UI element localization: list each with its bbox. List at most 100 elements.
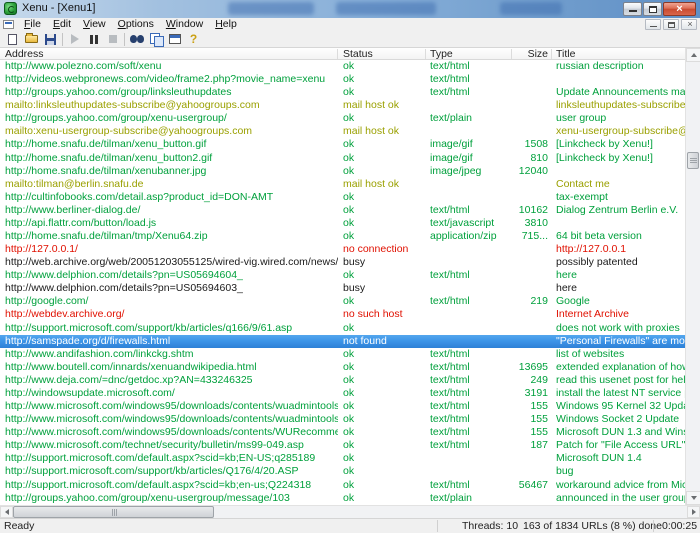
- cell-status: no such host: [343, 308, 427, 321]
- table-row[interactable]: http://google.com/ ok text/html 219 Goog…: [0, 295, 685, 308]
- table-row[interactable]: http://www.microsoft.com/windows95/downl…: [0, 426, 685, 439]
- table-row[interactable]: http://webdev.archive.org/ no such host …: [0, 308, 685, 321]
- scroll-right-button[interactable]: [687, 506, 700, 518]
- cell-address: http://home.snafu.de/tilman/xenubanner.j…: [5, 165, 338, 178]
- table-row[interactable]: http://support.microsoft.com/support/kb/…: [0, 322, 685, 335]
- vertical-scrollbar[interactable]: [685, 48, 700, 505]
- column-header-title[interactable]: Title: [556, 48, 575, 60]
- arrow-up-icon: [691, 53, 697, 57]
- menu-items: FileEditViewOptionsWindowHelp: [18, 18, 243, 31]
- table-row[interactable]: http://support.microsoft.com/support/kb/…: [0, 465, 685, 478]
- cell-title: Dialog Zentrum Berlin e.V.: [556, 204, 685, 217]
- cell-size: 3810: [498, 217, 548, 230]
- table-row[interactable]: http://support.microsoft.com/default.asp…: [0, 479, 685, 492]
- open-folder-button[interactable]: [22, 32, 41, 47]
- table-row[interactable]: mailto:tilman@berlin.snafu.de mail host …: [0, 178, 685, 191]
- scroll-down-button[interactable]: [686, 491, 700, 505]
- close-button[interactable]: ×: [663, 2, 696, 16]
- menu-item-options[interactable]: Options: [112, 18, 160, 31]
- table-row[interactable]: http://www.berliner-dialog.de/ ok text/h…: [0, 204, 685, 217]
- table-row[interactable]: http://www.andifashion.com/linkckg.shtm …: [0, 348, 685, 361]
- table-row[interactable]: http://home.snafu.de/tilman/xenubanner.j…: [0, 165, 685, 178]
- titlebar[interactable]: Xenu - [Xenu1] ×: [0, 0, 700, 18]
- table-row[interactable]: http://home.snafu.de/tilman/xenu_button2…: [0, 152, 685, 165]
- arrow-right-icon: [692, 509, 696, 515]
- column-divider[interactable]: [337, 49, 338, 59]
- table-row[interactable]: http://api.flattr.com/button/load.js ok …: [0, 217, 685, 230]
- pause-button[interactable]: [84, 32, 103, 47]
- cell-address: http://groups.yahoo.com/group/xenu-userg…: [5, 492, 338, 505]
- table-row[interactable]: http://cultinfobooks.com/detail.asp?prod…: [0, 191, 685, 204]
- cell-status: ok: [343, 387, 427, 400]
- play-button[interactable]: [65, 32, 84, 47]
- cell-address: http://groups.yahoo.com/group/linksleuth…: [5, 86, 338, 99]
- column-header-address[interactable]: Address: [5, 48, 44, 60]
- table-row[interactable]: http://www.polezno.com/soft/xenu ok text…: [0, 60, 685, 73]
- table-row[interactable]: http://127.0.0.1/ no connection http://1…: [0, 243, 685, 256]
- horizontal-scroll-thumb[interactable]: [13, 506, 214, 518]
- column-header-type[interactable]: Type: [430, 48, 453, 60]
- cell-address: http://home.snafu.de/tilman/tmp/Xenu64.z…: [5, 230, 338, 243]
- new-doc-button[interactable]: [3, 32, 22, 47]
- cell-address: http://google.com/: [5, 295, 338, 308]
- table-row[interactable]: http://samspade.org/d/firewalls.html not…: [0, 335, 685, 348]
- scroll-left-button[interactable]: [0, 506, 13, 518]
- table-row[interactable]: http://www.boutell.com/innards/xenuandwi…: [0, 361, 685, 374]
- table-row[interactable]: mailto:xenu-usergroup-subscribe@yahoogro…: [0, 125, 685, 138]
- table-row[interactable]: http://groups.yahoo.com/group/xenu-userg…: [0, 492, 685, 505]
- table-row[interactable]: http://videos.webpronews.com/video/frame…: [0, 73, 685, 86]
- stop-button[interactable]: [103, 32, 122, 47]
- mdi-document-icon[interactable]: [3, 20, 14, 29]
- cell-title: Windows Socket 2 Update: [556, 413, 685, 426]
- cell-address: http://videos.webpronews.com/video/frame…: [5, 73, 338, 86]
- save-icon: [45, 34, 56, 45]
- column-divider[interactable]: [551, 49, 552, 59]
- statusbar-divider: [437, 520, 438, 532]
- properties-button[interactable]: [165, 32, 184, 47]
- mdi-minimize-button[interactable]: [645, 19, 661, 30]
- restore-button[interactable]: [643, 2, 662, 16]
- table-row[interactable]: http://www.delphion.com/details?pn=US056…: [0, 269, 685, 282]
- cell-address: http://api.flattr.com/button/load.js: [5, 217, 338, 230]
- column-divider[interactable]: [425, 49, 426, 59]
- column-divider[interactable]: [511, 49, 512, 59]
- table-row[interactable]: http://support.microsoft.com/default.asp…: [0, 452, 685, 465]
- titlebar-ghost: [228, 2, 314, 15]
- vertical-scroll-thumb[interactable]: [687, 152, 699, 169]
- cell-status: ok: [343, 112, 427, 125]
- save-button[interactable]: [41, 32, 60, 47]
- check-pages-button[interactable]: [146, 32, 165, 47]
- menu-item-window[interactable]: Window: [160, 18, 209, 31]
- horizontal-scrollbar[interactable]: [0, 505, 700, 518]
- menu-item-help[interactable]: Help: [209, 18, 243, 31]
- table-row[interactable]: http://groups.yahoo.com/group/linksleuth…: [0, 86, 685, 99]
- menu-item-edit[interactable]: Edit: [47, 18, 77, 31]
- table-row[interactable]: http://home.snafu.de/tilman/tmp/Xenu64.z…: [0, 230, 685, 243]
- table-row[interactable]: http://web.archive.org/web/2005120305512…: [0, 256, 685, 269]
- scroll-up-button[interactable]: [686, 48, 700, 62]
- cell-status: ok: [343, 361, 427, 374]
- table-row[interactable]: http://home.snafu.de/tilman/xenu_button.…: [0, 138, 685, 151]
- table-row[interactable]: http://groups.yahoo.com/group/xenu-userg…: [0, 112, 685, 125]
- table-row[interactable]: http://www.microsoft.com/technet/securit…: [0, 439, 685, 452]
- mdi-restore-button[interactable]: [663, 19, 679, 30]
- column-header-status[interactable]: Status: [343, 48, 373, 60]
- menu-item-view[interactable]: View: [77, 18, 112, 31]
- table-row[interactable]: http://windowsupdate.microsoft.com/ ok t…: [0, 387, 685, 400]
- table-row[interactable]: http://www.microsoft.com/windows95/downl…: [0, 400, 685, 413]
- table-row[interactable]: http://www.deja.com/=dnc/getdoc.xp?AN=43…: [0, 374, 685, 387]
- arrow-left-icon: [5, 509, 9, 515]
- cell-address: http://www.polezno.com/soft/xenu: [5, 60, 338, 73]
- table-row[interactable]: mailto:linksleuthupdates-subscribe@yahoo…: [0, 99, 685, 112]
- cell-address: http://www.delphion.com/details?pn=US056…: [5, 269, 338, 282]
- table-row[interactable]: http://www.microsoft.com/windows95/downl…: [0, 413, 685, 426]
- cell-address: http://www.deja.com/=dnc/getdoc.xp?AN=43…: [5, 374, 338, 387]
- mdi-close-button[interactable]: ×: [681, 19, 697, 30]
- minimize-button[interactable]: [623, 2, 642, 16]
- table-row[interactable]: http://www.delphion.com/details?pn=US056…: [0, 282, 685, 295]
- cell-status: ok: [343, 479, 427, 492]
- menu-item-file[interactable]: File: [18, 18, 47, 31]
- cell-title: does not work with proxies: [556, 322, 685, 335]
- find-button[interactable]: [127, 32, 146, 47]
- help-button[interactable]: ?: [184, 32, 203, 47]
